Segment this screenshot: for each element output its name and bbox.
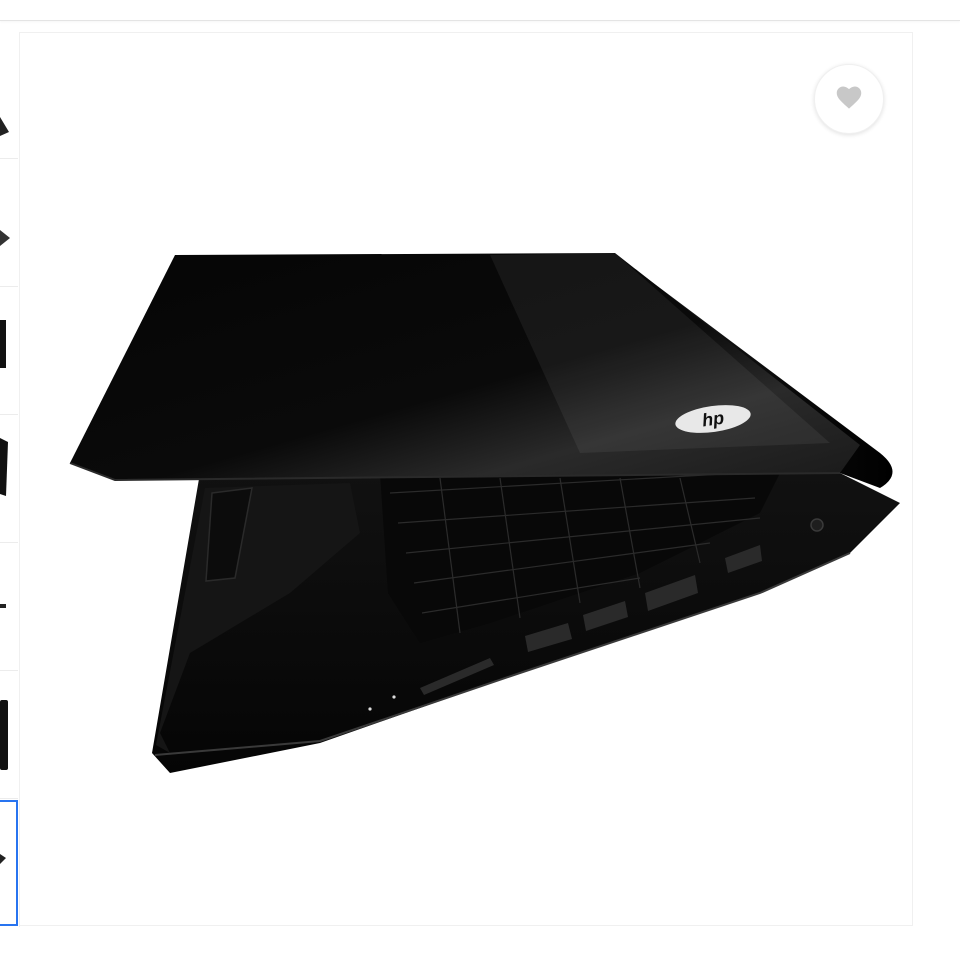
svg-text:hp: hp (701, 408, 726, 431)
top-header-bar (0, 0, 960, 21)
thumbnail-3[interactable] (0, 288, 18, 415)
wishlist-button[interactable] (814, 64, 884, 134)
thumbnail-4[interactable] (0, 416, 18, 543)
thumbnail-7[interactable] (0, 800, 18, 926)
thumbnail-1[interactable] (0, 32, 18, 159)
thumbnail-6[interactable] (0, 672, 18, 799)
thumbnail-5[interactable] (0, 544, 18, 671)
heart-icon (835, 84, 863, 115)
main-product-image[interactable]: hp (19, 32, 913, 926)
thumbnail-strip (0, 32, 20, 927)
laptop-image: hp (69, 253, 900, 773)
thumbnail-2[interactable] (0, 160, 18, 287)
